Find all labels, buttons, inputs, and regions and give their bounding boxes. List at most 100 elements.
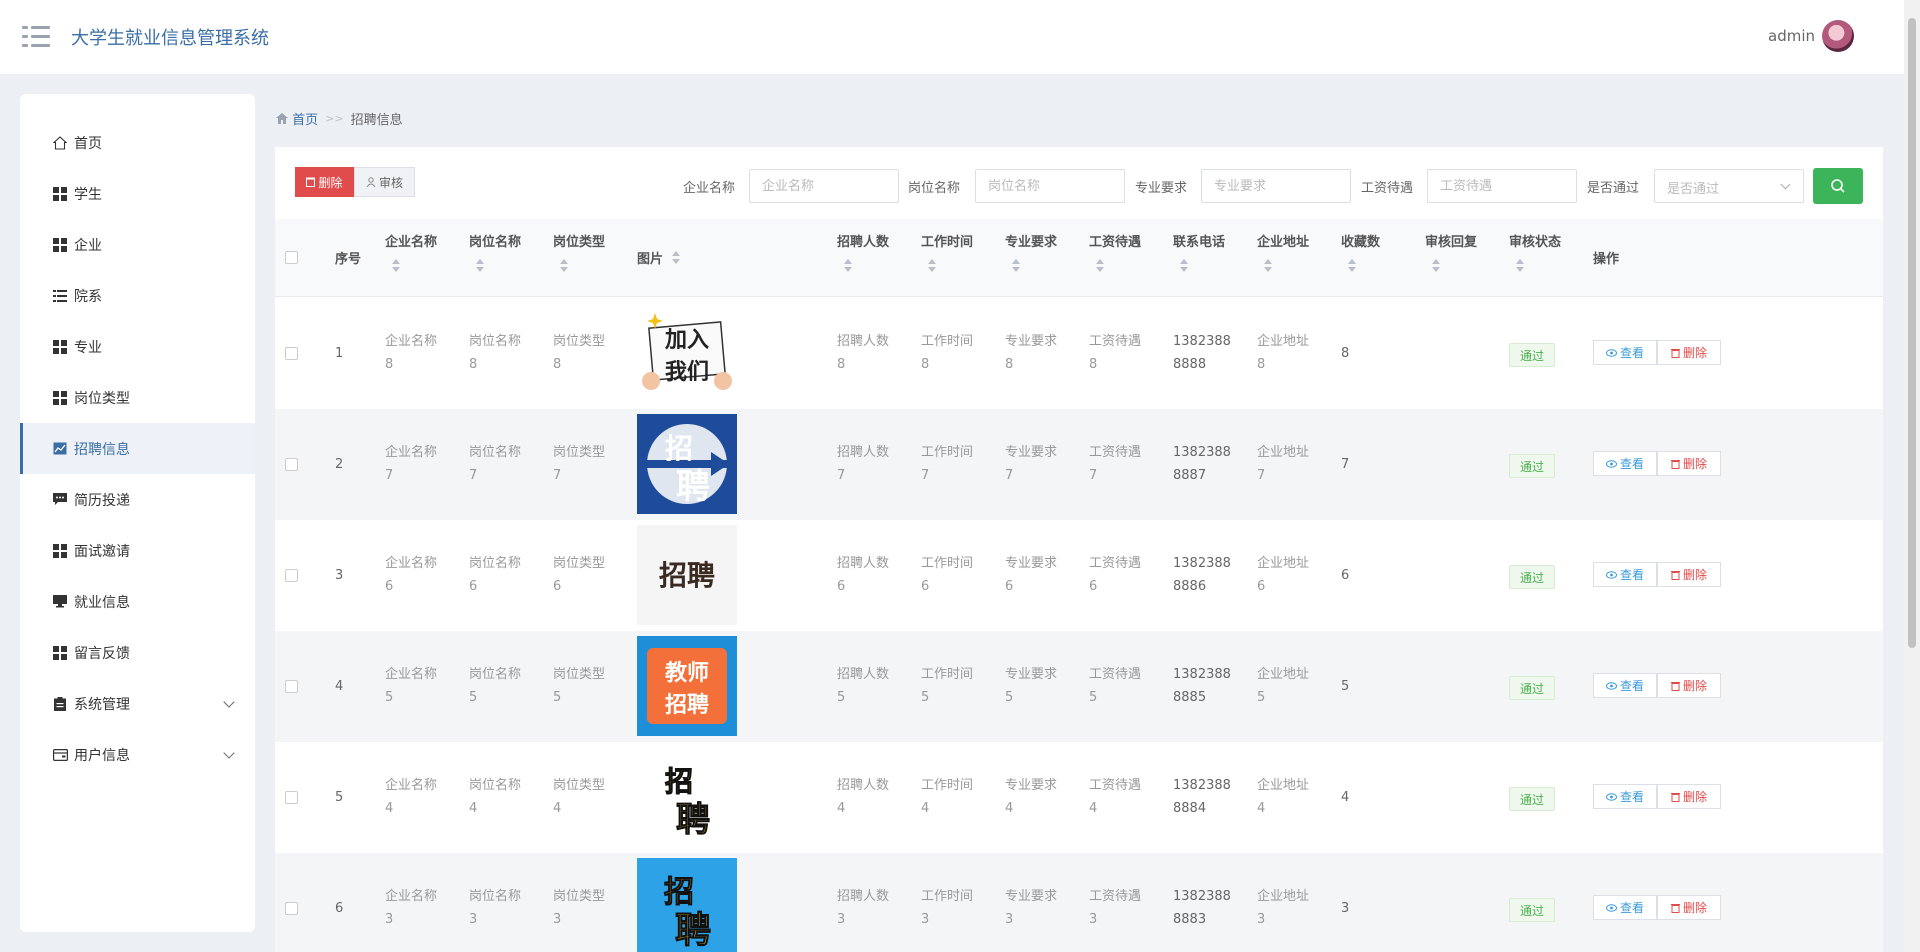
sort-icon[interactable] (671, 251, 681, 265)
sidebar-item-7[interactable]: 简历投递 (20, 474, 255, 525)
sort-icon[interactable] (927, 259, 937, 273)
header-type[interactable]: 岗位类型 (553, 231, 605, 250)
sidebar-item-12[interactable]: 用户信息 (20, 729, 255, 780)
sidebar-item-1[interactable]: 学生 (20, 168, 255, 219)
cell-fav: 8 (1341, 346, 1350, 361)
sort-icon[interactable] (1347, 259, 1357, 273)
delete-button[interactable]: 删除 (1657, 673, 1721, 698)
page-scrollbar[interactable] (1904, 0, 1920, 952)
header-image[interactable]: 图片 (637, 248, 663, 267)
sidebar-item-2[interactable]: 企业 (20, 219, 255, 270)
batch-delete-button[interactable]: 删除 (295, 167, 354, 197)
sort-icon[interactable] (1179, 259, 1189, 273)
job-image[interactable]: 加入 我们 (637, 303, 737, 403)
sort-icon[interactable] (1095, 259, 1105, 273)
chevron-down-icon[interactable] (223, 696, 235, 708)
job-image[interactable]: 教师 招聘 (637, 636, 737, 736)
card-icon (52, 747, 68, 763)
job-image[interactable]: 招聘 (637, 747, 737, 847)
cell-salary-line1: 工资待遇 (1089, 889, 1142, 904)
sidebar-item-4[interactable]: 专业 (20, 321, 255, 372)
job-image[interactable]: 招聘 (637, 858, 737, 952)
sort-icon[interactable] (1515, 259, 1525, 273)
chevron-down-icon[interactable] (223, 747, 235, 759)
position-filter-input[interactable] (975, 169, 1125, 203)
sort-icon[interactable] (843, 259, 853, 273)
sidebar-item-9[interactable]: 就业信息 (20, 576, 255, 627)
delete-button[interactable]: 删除 (1657, 562, 1721, 587)
header-company[interactable]: 企业名称 (385, 231, 437, 250)
header-count[interactable]: 招聘人数 (837, 231, 889, 250)
row-index: 6 (335, 901, 344, 916)
row-checkbox[interactable] (285, 569, 298, 582)
sidebar-item-label: 首页 (74, 135, 102, 152)
header-phone[interactable]: 联系电话 (1173, 231, 1225, 250)
company-filter-input[interactable] (749, 169, 899, 203)
sort-icon[interactable] (1011, 259, 1021, 273)
cell-salary: 工资待遇 7 (1089, 441, 1141, 487)
header-reply[interactable]: 审核回复 (1425, 231, 1477, 250)
delete-button[interactable]: 删除 (1657, 895, 1721, 920)
sidebar-item-10[interactable]: 留言反馈 (20, 627, 255, 678)
sidebar-item-6[interactable]: 招聘信息 (20, 423, 255, 474)
view-button[interactable]: 查看 (1593, 895, 1657, 920)
job-image[interactable]: 招聘 (637, 414, 737, 514)
cell-phone-line1: 1382388 (1173, 778, 1231, 793)
job-image[interactable]: 招聘 (637, 525, 737, 625)
delete-button[interactable]: 删除 (1657, 340, 1721, 365)
search-button[interactable] (1813, 168, 1863, 204)
select-all-checkbox[interactable] (285, 251, 298, 264)
sort-icon[interactable] (559, 259, 569, 273)
cell-address-line2: 5 (1257, 690, 1266, 705)
delete-button[interactable]: 删除 (1657, 451, 1721, 476)
row-checkbox[interactable] (285, 902, 298, 915)
header-fav[interactable]: 收藏数 (1341, 231, 1380, 250)
salary-filter-input[interactable] (1427, 169, 1577, 203)
cell-phone-line1: 1382388 (1173, 556, 1231, 571)
view-button[interactable]: 查看 (1593, 673, 1657, 698)
cell-salary-line1: 工资待遇 (1089, 445, 1142, 460)
cell-address: 企业地址 7 (1257, 441, 1309, 487)
major-filter-input[interactable] (1201, 169, 1351, 203)
sidebar-item-5[interactable]: 岗位类型 (20, 372, 255, 423)
menu-toggle-icon[interactable] (22, 26, 50, 48)
row-checkbox[interactable] (285, 680, 298, 693)
header-time[interactable]: 工作时间 (921, 231, 973, 250)
header-position[interactable]: 岗位名称 (469, 231, 521, 250)
header-salary[interactable]: 工资待遇 (1089, 231, 1141, 250)
sidebar-item-11[interactable]: 系统管理 (20, 678, 255, 729)
row-checkbox[interactable] (285, 791, 298, 804)
view-button[interactable]: 查看 (1593, 562, 1657, 587)
status-badge: 通过 (1509, 454, 1555, 478)
view-button[interactable]: 查看 (1593, 451, 1657, 476)
row-checkbox[interactable] (285, 458, 298, 471)
sort-icon[interactable] (391, 259, 401, 273)
audit-button[interactable]: 审核 (354, 167, 415, 197)
cell-major-line1: 专业要求 (1005, 556, 1058, 571)
cell-company: 企业名称 5 (385, 663, 437, 709)
header-status[interactable]: 审核状态 (1509, 231, 1561, 250)
sort-icon[interactable] (1431, 259, 1441, 273)
delete-label: 删除 (1682, 679, 1707, 693)
avatar[interactable] (1822, 20, 1854, 52)
delete-button[interactable]: 删除 (1657, 784, 1721, 809)
scrollbar-thumb[interactable] (1908, 18, 1916, 648)
row-index: 4 (335, 679, 344, 694)
sidebar-item-0[interactable]: 首页 (20, 117, 255, 168)
breadcrumb-home[interactable]: 首页 (276, 109, 318, 128)
view-button[interactable]: 查看 (1593, 784, 1657, 809)
row-index: 1 (335, 346, 344, 361)
passed-filter-select[interactable]: 是否通过 (1654, 169, 1804, 203)
user-name[interactable]: admin (1768, 27, 1815, 45)
sidebar-item-8[interactable]: 面试邀请 (20, 525, 255, 576)
cell-time-line2: 7 (921, 468, 930, 483)
sidebar-item-3[interactable]: 院系 (20, 270, 255, 321)
row-checkbox[interactable] (285, 347, 298, 360)
cell-phone-line2: 8883 (1173, 912, 1207, 927)
header-major[interactable]: 专业要求 (1005, 231, 1057, 250)
cell-phone-line2: 8885 (1173, 690, 1207, 705)
sort-icon[interactable] (475, 259, 485, 273)
sort-icon[interactable] (1263, 259, 1273, 273)
view-button[interactable]: 查看 (1593, 340, 1657, 365)
header-address[interactable]: 企业地址 (1257, 231, 1309, 250)
